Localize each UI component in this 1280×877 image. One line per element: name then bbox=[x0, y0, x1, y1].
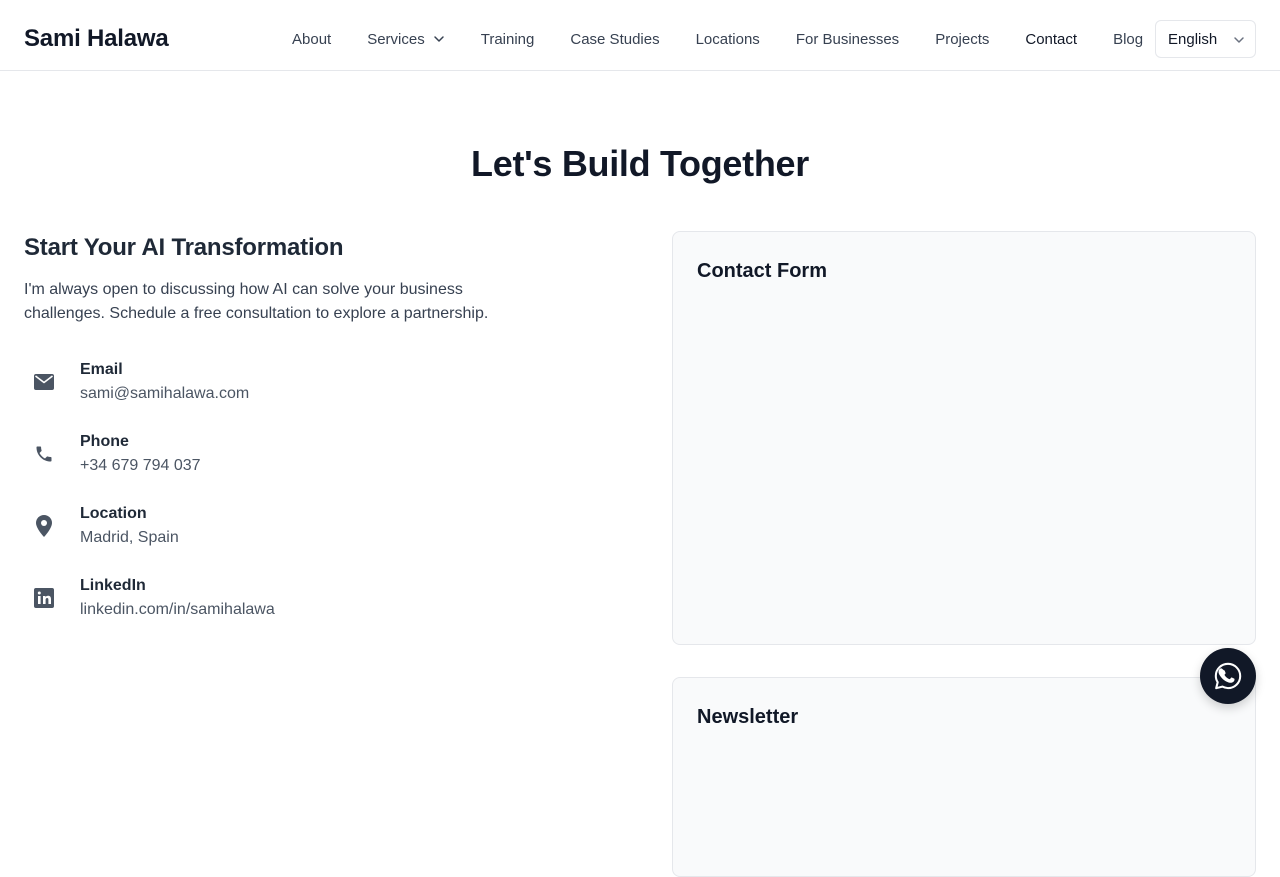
contact-form-card: Contact Form bbox=[672, 231, 1256, 645]
contact-label: Phone bbox=[80, 433, 129, 450]
nav-services[interactable]: Services bbox=[349, 19, 463, 59]
chevron-down-icon bbox=[1234, 37, 1244, 43]
nav-about-label: About bbox=[292, 30, 332, 48]
nav-training-label: Training bbox=[480, 30, 535, 48]
contact-item-phone: Phone +34 679 794 037 bbox=[24, 430, 624, 478]
contact-item-location: Location Madrid, Spain bbox=[24, 502, 624, 550]
nav-blog-label: Blog bbox=[1113, 30, 1144, 48]
nav-locations-label: Locations bbox=[695, 30, 760, 48]
nav-case-studies-label: Case Studies bbox=[570, 30, 660, 48]
phone-icon bbox=[32, 442, 56, 466]
contact-label: LinkedIn bbox=[80, 577, 146, 594]
newsletter-card: Newsletter bbox=[672, 677, 1256, 877]
nav-locations[interactable]: Locations bbox=[678, 19, 778, 59]
contact-item-email: Email sami@samihalawa.com bbox=[24, 358, 624, 406]
nav-services-label: Services bbox=[367, 30, 425, 48]
location-value: Madrid, Spain bbox=[80, 529, 179, 546]
nav-blog[interactable]: Blog bbox=[1095, 19, 1161, 59]
contact-text: Phone +34 679 794 037 bbox=[80, 430, 201, 478]
nav-contact[interactable]: Contact bbox=[1007, 19, 1095, 59]
phone-link[interactable]: +34 679 794 037 bbox=[80, 454, 201, 478]
map-pin-icon bbox=[32, 514, 56, 538]
envelope-icon bbox=[32, 370, 56, 394]
contact-text: Location Madrid, Spain bbox=[80, 502, 179, 550]
email-link[interactable]: sami@samihalawa.com bbox=[80, 382, 249, 406]
nav-for-businesses-label: For Businesses bbox=[795, 30, 900, 48]
page-title: Let's Build Together bbox=[471, 143, 809, 184]
nav-projects[interactable]: Projects bbox=[917, 19, 1007, 59]
section-title: Start Your AI Transformation bbox=[24, 234, 344, 261]
contact-label: Email bbox=[80, 361, 123, 378]
contact-info-section: Start Your AI Transformation I'm always … bbox=[24, 232, 624, 646]
main-nav: About Services Training Case Studies Loc… bbox=[274, 0, 1161, 78]
brand-logo[interactable]: Sami Halawa bbox=[24, 24, 169, 54]
contact-text: LinkedIn linkedin.com/in/samihalawa bbox=[80, 574, 275, 622]
section-description: I'm always open to discussing how AI can… bbox=[24, 281, 489, 322]
language-select[interactable]: English bbox=[1155, 20, 1256, 58]
contact-text: Email sami@samihalawa.com bbox=[80, 358, 249, 406]
contact-item-linkedin: LinkedIn linkedin.com/in/samihalawa bbox=[24, 574, 624, 622]
contact-label: Location bbox=[80, 505, 147, 522]
site-header: Sami Halawa About Services Training Case… bbox=[0, 0, 1280, 71]
nav-training[interactable]: Training bbox=[463, 19, 553, 59]
linkedin-link[interactable]: linkedin.com/in/samihalawa bbox=[80, 598, 275, 622]
newsletter-title: Newsletter bbox=[697, 706, 799, 728]
nav-for-businesses[interactable]: For Businesses bbox=[778, 19, 917, 59]
nav-about[interactable]: About bbox=[274, 19, 349, 59]
contact-list: Email sami@samihalawa.com Phone +34 679 … bbox=[24, 358, 624, 622]
language-selected-value: English bbox=[1168, 30, 1218, 48]
whatsapp-icon bbox=[1214, 662, 1242, 690]
nav-contact-label: Contact bbox=[1025, 30, 1078, 48]
nav-case-studies[interactable]: Case Studies bbox=[552, 19, 677, 59]
linkedin-icon bbox=[32, 586, 56, 610]
chevron-down-icon bbox=[433, 36, 444, 42]
nav-projects-label: Projects bbox=[935, 30, 990, 48]
contact-form-title: Contact Form bbox=[697, 260, 827, 282]
whatsapp-button[interactable] bbox=[1200, 648, 1256, 704]
